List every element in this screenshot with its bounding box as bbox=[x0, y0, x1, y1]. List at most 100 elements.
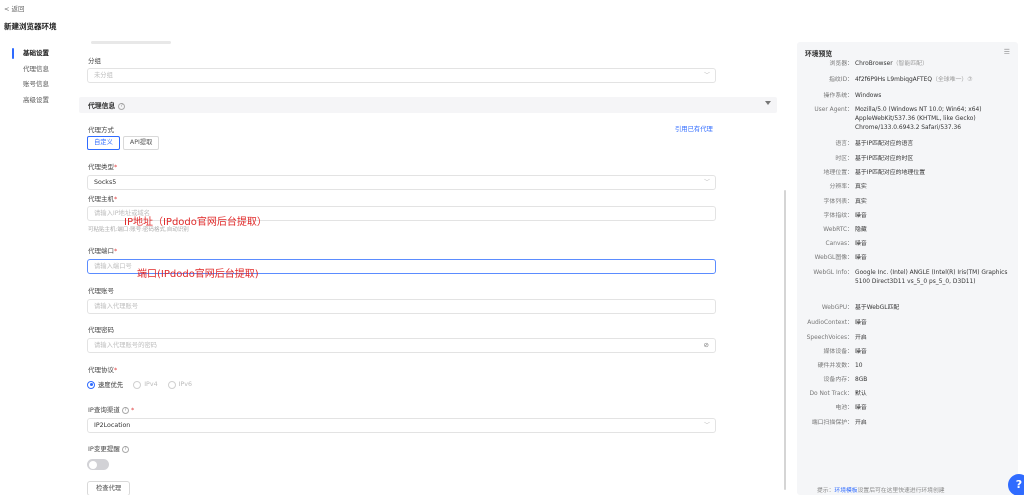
copy-icon[interactable]: ☰ bbox=[1004, 48, 1010, 56]
collapse-caret-icon[interactable] bbox=[765, 101, 771, 105]
preview-row-value: 噪音 bbox=[855, 213, 867, 219]
top-scroll-remnant bbox=[91, 41, 171, 44]
preview-row-key: 分辨率： bbox=[829, 184, 853, 190]
preview-row-value: 8GB bbox=[855, 377, 868, 383]
preview-row-key: 地理位置： bbox=[823, 170, 853, 176]
proxy-password-input[interactable]: 请输入代理账号的密码 ⊘ bbox=[87, 338, 716, 353]
proxy-account-label: 代理账号 bbox=[88, 287, 114, 295]
proxy-mode-label: 代理方式 bbox=[88, 126, 114, 134]
preview-row-key: 端口扫描保护： bbox=[811, 420, 853, 426]
preview-row-value: 开启 bbox=[855, 335, 867, 341]
preview-row-key: 浏览器： bbox=[829, 61, 853, 67]
radio-dot-icon bbox=[133, 380, 142, 389]
preview-row-value: 噪音 bbox=[855, 241, 867, 247]
preview-row-value: 真实 bbox=[855, 184, 867, 190]
preview-row-key: WebRTC： bbox=[823, 227, 853, 233]
ip-channel-select[interactable]: IP2Location ﹀ bbox=[87, 418, 716, 433]
preview-row-key: Do Not Track： bbox=[809, 391, 853, 397]
environment-preview-panel: 环境预览 ☰ 浏览器： ChroBrowser（智能匹配） 指纹ID： 4f2f6P9… bbox=[797, 42, 1018, 495]
help-icon: ? bbox=[121, 445, 129, 453]
proxy-account-input[interactable]: 请输入代理账号 bbox=[87, 299, 716, 314]
radio-dot-icon bbox=[167, 380, 176, 389]
preview-row-value: 基于WebGL匹配 bbox=[855, 305, 900, 311]
proxy-host-label: 代理主机* bbox=[88, 195, 118, 203]
preview-row-key: 语言： bbox=[835, 141, 853, 147]
eye-off-icon[interactable]: ⊘ bbox=[704, 339, 709, 352]
preview-row-key: Canvas： bbox=[825, 241, 853, 247]
preview-row-key: 字体列表： bbox=[823, 199, 853, 205]
reference-existing-proxy-link[interactable]: 引用已有代理 bbox=[675, 124, 713, 133]
ip-channel-label: IP查询渠道 ? * bbox=[88, 406, 135, 414]
preview-row-value: 基于IP匹配对应的语言 bbox=[855, 141, 914, 147]
preview-row-key: 时区： bbox=[835, 156, 853, 162]
preview-row-key: WebGL Info： bbox=[813, 270, 853, 276]
chevron-down-icon: ﹀ bbox=[703, 179, 710, 186]
help-fab-button[interactable]: ? bbox=[1008, 474, 1024, 495]
preview-row-key: 硬件并发数： bbox=[817, 363, 853, 369]
proxy-protocol-label: 代理协议* bbox=[88, 366, 118, 374]
preview-row-value: 隐藏 bbox=[855, 227, 867, 233]
group-select-value: 未分组 bbox=[94, 72, 113, 79]
preview-row-value: 开启 bbox=[855, 420, 867, 426]
proxy-type-label: 代理类型* bbox=[88, 163, 118, 171]
protocol-speed-first-radio[interactable]: 速度优先 bbox=[87, 380, 123, 389]
preview-row-key: 设备内存： bbox=[823, 377, 853, 383]
preview-row-value: 4f2f6P9Hs L9mbiqgAFTEQ（全球唯一）⑦ bbox=[855, 77, 973, 83]
ip-change-alert-toggle[interactable] bbox=[87, 459, 109, 470]
host-annotation: IP地址（IPdodo官网后台提取） bbox=[124, 217, 267, 228]
side-nav: 基础设置 代理信息 账号信息 高级设置 bbox=[12, 46, 72, 108]
preview-row-value: 10 bbox=[855, 363, 863, 369]
nav-item-proxy-info[interactable]: 代理信息 bbox=[12, 62, 72, 78]
preview-footer: 提示：环境模板设置后可在这里快速进行环境创建 bbox=[817, 488, 945, 494]
proxy-type-select[interactable]: Socks5 ﹀ bbox=[87, 175, 716, 190]
preview-row-value: 噪音 bbox=[855, 349, 867, 355]
nav-item-basic-settings[interactable]: 基础设置 bbox=[12, 46, 72, 62]
proxy-section-header[interactable]: 代理信息? bbox=[79, 97, 777, 113]
ip-change-alert-label: IP变更提醒 ? bbox=[88, 443, 129, 453]
back-link[interactable]: < 返回 bbox=[4, 3, 25, 13]
preview-row-value: Google Inc. (Intel) ANGLE (Intel(R) Iris… bbox=[855, 270, 1008, 285]
chevron-down-icon: ﹀ bbox=[703, 422, 710, 429]
proxy-password-label: 代理密码 bbox=[88, 326, 114, 334]
nav-item-advanced-settings[interactable]: 高级设置 bbox=[12, 93, 72, 109]
preview-row-value: 噪音 bbox=[855, 405, 867, 411]
preview-row-value: 基于IP匹配对应的地理位置 bbox=[855, 170, 926, 176]
preview-title: 环境预览 bbox=[805, 50, 833, 58]
proxy-port-label: 代理端口* bbox=[88, 247, 118, 255]
preview-row-key: 指纹ID： bbox=[829, 77, 853, 83]
group-select[interactable]: 未分组 ﹀ bbox=[87, 68, 716, 83]
ip-channel-value: IP2Location bbox=[94, 422, 131, 429]
preview-row-key: User Agent： bbox=[814, 107, 853, 113]
protocol-ipv4-radio[interactable]: IPv4 bbox=[133, 380, 158, 389]
preview-row-value: 基于IP匹配对应的时区 bbox=[855, 156, 914, 162]
proxy-mode-toggle: 自定义 API提取 bbox=[87, 136, 160, 150]
protocol-ipv6-radio[interactable]: IPv6 bbox=[167, 380, 192, 389]
preview-row-key: AudioContext： bbox=[807, 320, 853, 326]
preview-row-value: 噪音 bbox=[855, 320, 867, 326]
preview-row-key: 字体指纹： bbox=[823, 213, 853, 219]
preview-row-value: 真实 bbox=[855, 199, 867, 205]
main-scrollbar-thumb[interactable] bbox=[784, 190, 786, 490]
chevron-down-icon: ﹀ bbox=[703, 72, 710, 79]
proxy-protocol-radio-group: 速度优先 IPv4 IPv6 bbox=[87, 380, 192, 389]
proxy-type-value: Socks5 bbox=[94, 179, 117, 186]
help-icon: ? bbox=[121, 406, 129, 414]
proxy-section-title: 代理信息? bbox=[88, 100, 126, 110]
check-proxy-button[interactable]: 检查代理 bbox=[87, 481, 131, 495]
preview-row-value: ChroBrowser（智能匹配） bbox=[855, 61, 928, 67]
help-icon: ? bbox=[118, 102, 126, 110]
group-label: 分组 bbox=[88, 57, 101, 65]
nav-item-account-info[interactable]: 账号信息 bbox=[12, 77, 72, 93]
port-annotation: 端口(IPdodo官网后台提取) bbox=[137, 269, 259, 280]
proxy-mode-api-button[interactable]: API提取 bbox=[122, 136, 160, 150]
preview-row-key: WebGPU： bbox=[821, 305, 853, 311]
preview-row-key: 媒体设备： bbox=[823, 349, 853, 355]
template-link[interactable]: 环境模板 bbox=[834, 488, 857, 494]
radio-dot-icon bbox=[87, 380, 95, 389]
preview-row-value: 默认 bbox=[855, 391, 867, 397]
page-title: 新建浏览器环境 bbox=[4, 22, 57, 31]
preview-row-key: WebGL图像： bbox=[814, 255, 853, 261]
proxy-password-placeholder: 请输入代理账号的密码 bbox=[94, 342, 157, 349]
preview-row-value: Mozilla/5.0 (Windows NT 10.0; Win64; x64… bbox=[855, 107, 982, 131]
proxy-mode-custom-button[interactable]: 自定义 bbox=[87, 136, 120, 150]
